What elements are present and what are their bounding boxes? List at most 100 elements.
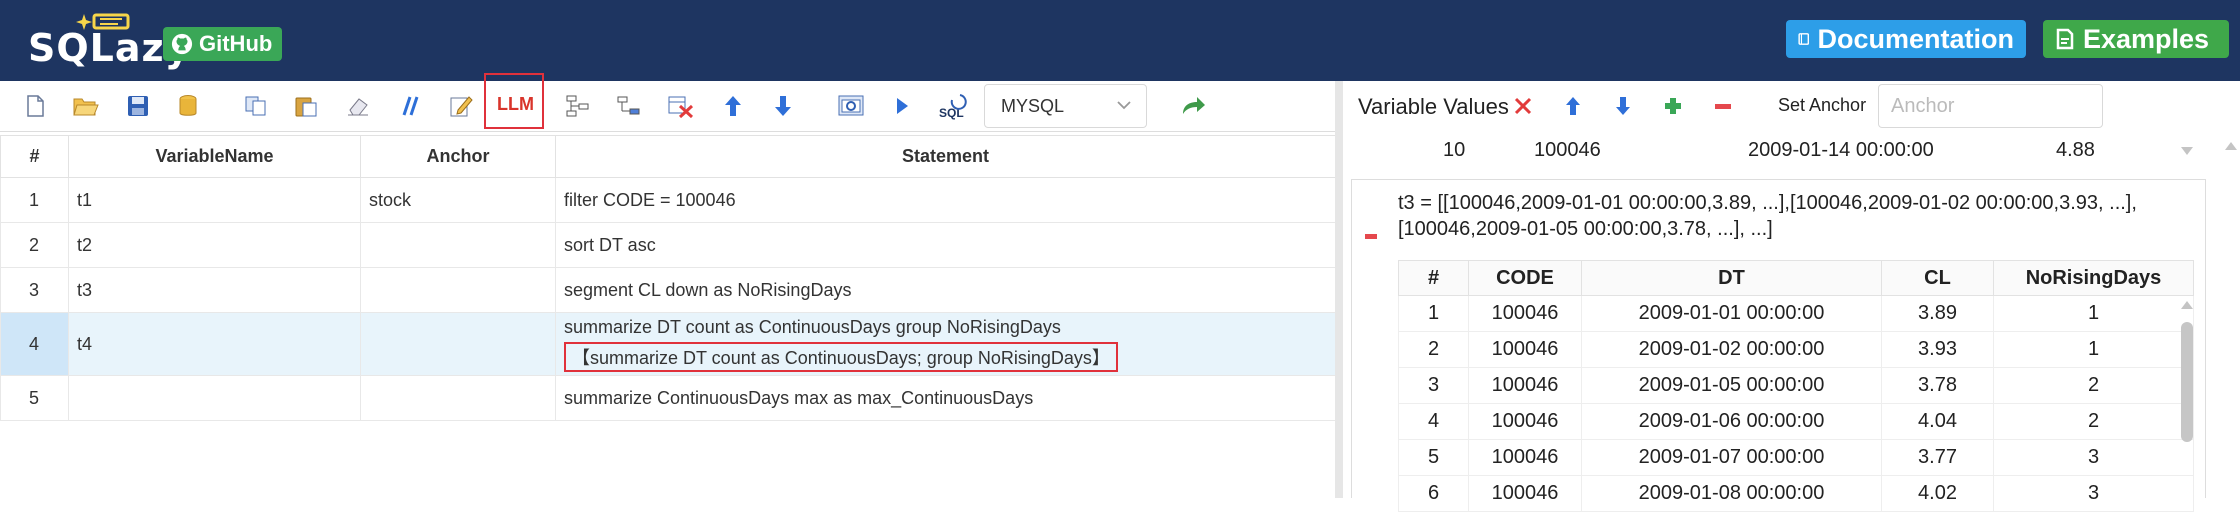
table-row: 2 100046 2009-01-02 00:00:00 3.93 1 bbox=[1398, 331, 2194, 368]
row-num: 5 bbox=[0, 375, 69, 421]
cell: 2 bbox=[1993, 367, 2194, 404]
eraser-icon[interactable] bbox=[343, 91, 373, 121]
statement-cell[interactable]: summarize ContinuousDays max as max_Cont… bbox=[555, 375, 1336, 421]
cell: 3.89 bbox=[1881, 295, 1994, 332]
variable-name-cell[interactable]: t2 bbox=[68, 222, 361, 268]
col-header-num[interactable]: # bbox=[0, 135, 69, 178]
run-icon[interactable] bbox=[887, 91, 917, 121]
cell: 100046 bbox=[1468, 403, 1582, 440]
statement-cell[interactable]: segment CL down as NoRisingDays bbox=[555, 267, 1336, 313]
cell: 1 bbox=[1398, 295, 1469, 332]
cell: 3 bbox=[1993, 439, 2194, 476]
redo-icon[interactable] bbox=[1178, 91, 1208, 121]
cell: 4 bbox=[1398, 403, 1469, 440]
github-icon bbox=[171, 33, 193, 55]
examples-label: Examples bbox=[2083, 23, 2210, 54]
cell: 2009-01-02 00:00:00 bbox=[1581, 331, 1882, 368]
table-row[interactable]: 2 t2 sort DT asc bbox=[0, 222, 1336, 268]
variable-name-cell[interactable] bbox=[68, 375, 361, 421]
close-icon[interactable] bbox=[1510, 93, 1536, 119]
statement-cell[interactable]: summarize DT count as ContinuousDays gro… bbox=[555, 312, 1336, 376]
col-header-anchor[interactable]: Anchor bbox=[360, 135, 556, 178]
chevron-down-icon bbox=[1117, 101, 1131, 110]
cell: 5 bbox=[1398, 439, 1469, 476]
cell: 100046 bbox=[1468, 439, 1582, 476]
documentation-button[interactable]: Documentation bbox=[1786, 20, 2026, 58]
variable-name-cell[interactable]: t4 bbox=[68, 312, 361, 376]
llm-button[interactable]: LLM bbox=[497, 94, 534, 115]
move-up-icon[interactable] bbox=[718, 91, 748, 121]
col-header-variablename[interactable]: VariableName bbox=[68, 135, 361, 178]
save-icon[interactable] bbox=[123, 91, 153, 121]
anchor-cell[interactable] bbox=[360, 375, 556, 421]
move-up-icon[interactable] bbox=[1560, 93, 1586, 119]
table-scrollbar[interactable] bbox=[2178, 298, 2196, 498]
append-step-icon[interactable] bbox=[614, 91, 644, 121]
cell: 6 bbox=[1398, 475, 1469, 512]
table-row[interactable]: 3 t3 segment CL down as NoRisingDays bbox=[0, 267, 1336, 313]
row-num: 2 bbox=[0, 222, 69, 268]
collapse-icon[interactable] bbox=[1365, 234, 1377, 239]
cell: 2009-01-08 00:00:00 bbox=[1581, 475, 1882, 512]
anchor-cell[interactable] bbox=[360, 222, 556, 268]
remove-icon[interactable] bbox=[1710, 93, 1736, 119]
database-type-select[interactable]: MYSQL bbox=[984, 84, 1147, 128]
delete-step-icon[interactable] bbox=[666, 91, 696, 121]
cell: 1 bbox=[1993, 331, 2194, 368]
variable-name-cell[interactable]: t3 bbox=[68, 267, 361, 313]
move-down-icon[interactable] bbox=[768, 91, 798, 121]
github-button[interactable]: GitHub bbox=[163, 27, 282, 61]
copy-icon[interactable] bbox=[241, 91, 271, 121]
insert-step-icon[interactable] bbox=[563, 91, 593, 121]
move-down-icon[interactable] bbox=[1610, 93, 1636, 119]
open-folder-icon[interactable] bbox=[71, 91, 101, 121]
col-header-dt[interactable]: DT bbox=[1581, 260, 1882, 296]
cell: 3.77 bbox=[1881, 439, 1994, 476]
variable-card-t3: t3 = [[100046,2009-01-01 00:00:00,3.89, … bbox=[1351, 179, 2206, 512]
variable-name-cell[interactable]: t1 bbox=[68, 177, 361, 223]
previous-variable-row: 10 100046 2009-01-14 00:00:00 4.88 bbox=[1403, 136, 2179, 166]
preview-icon[interactable] bbox=[836, 91, 866, 121]
scroll-down-arrow-icon[interactable] bbox=[2179, 144, 2195, 158]
table-row: 5 100046 2009-01-07 00:00:00 3.77 3 bbox=[1398, 439, 2194, 476]
col-header-statement[interactable]: Statement bbox=[555, 135, 1336, 178]
variable-summary: t3 = [[100046,2009-01-01 00:00:00,3.89, … bbox=[1398, 192, 2137, 240]
new-file-icon[interactable] bbox=[20, 91, 50, 121]
examples-button[interactable]: Examples bbox=[2043, 20, 2229, 58]
statement-cell[interactable]: sort DT asc bbox=[555, 222, 1336, 268]
table-row[interactable]: 5 summarize ContinuousDays max as max_Co… bbox=[0, 375, 1336, 421]
table-row: 4 100046 2009-01-06 00:00:00 4.04 2 bbox=[1398, 403, 2194, 440]
edit-icon[interactable] bbox=[446, 91, 476, 121]
table-row: 1 100046 2009-01-01 00:00:00 3.89 1 bbox=[1398, 295, 2194, 332]
sql-icon[interactable]: SQL bbox=[938, 91, 968, 121]
cell: 4.04 bbox=[1881, 403, 1994, 440]
scrollbar-thumb[interactable] bbox=[2181, 322, 2193, 442]
anchor-input[interactable]: Anchor bbox=[1878, 84, 2103, 128]
scroll-up-arrow-icon[interactable] bbox=[2223, 139, 2239, 153]
comment-icon[interactable] bbox=[395, 91, 425, 121]
pane-splitter[interactable] bbox=[1335, 81, 1343, 498]
anchor-cell[interactable]: stock bbox=[360, 177, 556, 223]
prev-row-dt: 2009-01-14 00:00:00 bbox=[1748, 139, 1934, 161]
cell: 2009-01-06 00:00:00 bbox=[1581, 403, 1882, 440]
cell: 2 bbox=[1993, 403, 2194, 440]
paste-icon[interactable] bbox=[291, 91, 321, 121]
cell: 100046 bbox=[1468, 367, 1582, 404]
set-anchor-label: Set Anchor bbox=[1778, 95, 1867, 115]
anchor-cell[interactable] bbox=[360, 267, 556, 313]
col-header-num[interactable]: # bbox=[1398, 260, 1469, 296]
book-icon bbox=[1798, 33, 1810, 45]
cell: 100046 bbox=[1468, 475, 1582, 512]
steps-table: # VariableName Anchor Statement 1 t1 sto… bbox=[0, 135, 1336, 421]
table-row-selected[interactable]: 4 t4 summarize DT count as ContinuousDay… bbox=[0, 312, 1336, 376]
col-header-cl[interactable]: CL bbox=[1881, 260, 1994, 296]
add-icon[interactable] bbox=[1660, 93, 1686, 119]
scroll-up-arrow-icon[interactable] bbox=[2178, 298, 2196, 312]
database-icon[interactable] bbox=[173, 91, 203, 121]
statement-cell[interactable]: filter CODE = 100046 bbox=[555, 177, 1336, 223]
variable-values-panel: Variable Values Set Anchor Anchor 10 100… bbox=[1343, 81, 2240, 512]
col-header-norisingdays[interactable]: NoRisingDays bbox=[1993, 260, 2194, 296]
table-row[interactable]: 1 t1 stock filter CODE = 100046 bbox=[0, 177, 1336, 223]
col-header-code[interactable]: CODE bbox=[1468, 260, 1582, 296]
anchor-cell[interactable] bbox=[360, 312, 556, 376]
